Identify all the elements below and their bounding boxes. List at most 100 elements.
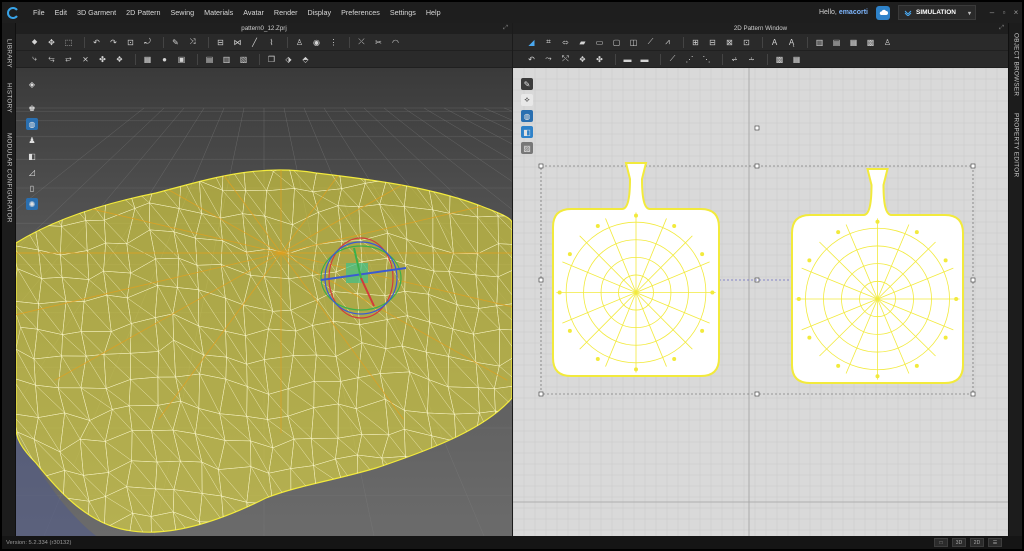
puzzle-icon[interactable]: ▣: [175, 54, 188, 65]
pattern-point[interactable]: [595, 223, 600, 228]
cut-icon[interactable]: ✂: [372, 37, 385, 48]
sphere-2d-icon[interactable]: ◍: [521, 110, 533, 122]
pattern-point[interactable]: [634, 213, 638, 218]
tack-2d-icon[interactable]: ❖: [576, 54, 589, 65]
display-icon[interactable]: ◈: [26, 78, 38, 90]
pattern-point[interactable]: [634, 367, 638, 372]
edit-texture-icon[interactable]: ⟋: [666, 54, 679, 65]
fitting-icon[interactable]: ⬗: [282, 54, 295, 65]
text-icon[interactable]: A: [768, 37, 781, 48]
user-name[interactable]: emacorti: [839, 9, 868, 16]
trace-icon[interactable]: ⤷: [28, 54, 41, 65]
view-3d-button[interactable]: 3D: [952, 538, 966, 547]
pattern-point[interactable]: [914, 230, 919, 235]
button-icon[interactable]: ◉: [310, 37, 323, 48]
segment-sewing-icon[interactable]: ⊞: [689, 37, 702, 48]
select-icon[interactable]: ⬥: [28, 37, 41, 48]
sewing-icon[interactable]: ⤫: [355, 37, 368, 48]
view-single-button[interactable]: □: [934, 538, 948, 547]
viewport-2d[interactable]: ✎ ⟡ ◍ ◧ ▨: [513, 68, 1008, 536]
tab-modular-configurator[interactable]: MODULAR CONFIGURATOR: [2, 133, 16, 223]
avatar-icon[interactable]: ♙: [293, 37, 306, 48]
light-icon[interactable]: ✺: [26, 198, 38, 210]
tab-history[interactable]: HISTORY: [2, 83, 16, 113]
select-2d-icon[interactable]: ⟡: [521, 94, 533, 106]
expand-icon[interactable]: ⤢: [503, 23, 508, 34]
view-menu-button[interactable]: ☰: [988, 538, 1002, 547]
pattern-point[interactable]: [557, 290, 562, 295]
move-icon[interactable]: ✥: [45, 37, 58, 48]
measure-icon[interactable]: ⊟: [214, 37, 227, 48]
pattern-point[interactable]: [700, 328, 705, 333]
menu-materials[interactable]: Materials: [199, 2, 238, 23]
menu-preferences[interactable]: Preferences: [336, 2, 385, 23]
pattern-display-icon[interactable]: ✎: [521, 78, 533, 90]
line-2d-icon[interactable]: ⋰: [683, 54, 696, 65]
pattern-point[interactable]: [700, 252, 705, 257]
dart-icon[interactable]: ⩘: [661, 37, 674, 48]
rectangle-icon[interactable]: ▭: [593, 37, 606, 48]
grid-2d-icon[interactable]: ▦: [790, 54, 803, 65]
trace-pattern-icon[interactable]: ⟋: [644, 37, 657, 48]
pattern-point[interactable]: [672, 357, 677, 362]
free-sew-2d-icon[interactable]: ⤲: [559, 54, 572, 65]
pattern-point[interactable]: [807, 335, 812, 340]
pattern-point[interactable]: [836, 363, 841, 368]
pattern-point[interactable]: [943, 335, 948, 340]
avatar-2d-icon[interactable]: ♙: [881, 37, 894, 48]
text-edit-icon[interactable]: Ą: [785, 37, 798, 48]
menu-render[interactable]: Render: [269, 2, 303, 23]
menu-edit[interactable]: Edit: [50, 2, 72, 23]
sew-2d-icon[interactable]: ⤳: [542, 54, 555, 65]
minimize-icon[interactable]: –: [986, 8, 998, 17]
zip-2d-icon[interactable]: ✤: [593, 54, 606, 65]
sphere-icon[interactable]: ●: [158, 54, 171, 65]
grade-edit-icon[interactable]: ▤: [830, 37, 843, 48]
pattern-point[interactable]: [710, 290, 715, 295]
check-sew-icon[interactable]: ⨯: [79, 54, 92, 65]
mesh-display-icon[interactable]: ◿: [26, 166, 38, 178]
puckering-icon[interactable]: ⩪: [745, 54, 758, 65]
tack-free-icon[interactable]: ❖: [113, 54, 126, 65]
mode-select[interactable]: SIMULATION ▾: [898, 5, 976, 20]
view-2d-button[interactable]: 2D: [970, 538, 984, 547]
fill-icon[interactable]: ▬: [621, 54, 634, 65]
sew-segment-icon[interactable]: ⥃: [45, 54, 58, 65]
circle-icon[interactable]: ▢: [610, 37, 623, 48]
pin-display-icon[interactable]: ▯: [26, 182, 38, 194]
body-icon[interactable]: ♟: [26, 134, 38, 146]
menu-help[interactable]: Help: [421, 2, 446, 23]
internal-polygon-icon[interactable]: ◫: [627, 37, 640, 48]
close-icon[interactable]: ×: [1010, 8, 1022, 17]
tape-icon[interactable]: ⤨: [186, 37, 199, 48]
pattern-point[interactable]: [672, 223, 677, 228]
menu-sewing[interactable]: Sewing: [166, 2, 200, 23]
pattern-point[interactable]: [807, 258, 812, 263]
notch-icon[interactable]: ⊡: [740, 37, 753, 48]
drape-icon[interactable]: ◠: [389, 37, 402, 48]
expand-icon[interactable]: ⤢: [999, 23, 1004, 34]
stripe-icon[interactable]: ▬: [638, 54, 651, 65]
transform-icon[interactable]: ⊡: [124, 37, 137, 48]
edit-point-icon[interactable]: ⌗: [542, 37, 555, 48]
texture-display-icon[interactable]: ◧: [26, 150, 38, 162]
dashed-line-icon[interactable]: ⋱: [700, 54, 713, 65]
layers-icon[interactable]: ▥: [220, 54, 233, 65]
pattern-point[interactable]: [595, 357, 600, 362]
pattern-point[interactable]: [875, 219, 880, 224]
texture-view-icon[interactable]: ▨: [521, 142, 533, 154]
cloud-icon[interactable]: [876, 5, 890, 20]
texture-icon[interactable]: ▧: [237, 54, 250, 65]
tack-icon[interactable]: ✤: [96, 54, 109, 65]
grading-icon[interactable]: ▥: [813, 37, 826, 48]
curve-icon[interactable]: ↶: [525, 54, 538, 65]
pattern-point[interactable]: [567, 328, 572, 333]
pattern-point[interactable]: [796, 297, 801, 301]
topstitch-icon[interactable]: ⩫: [728, 54, 741, 65]
pattern-point[interactable]: [954, 297, 959, 301]
free-sew-icon[interactable]: ⥂: [62, 54, 75, 65]
graphic-2d-icon[interactable]: ▩: [864, 37, 877, 48]
transform-pattern-icon[interactable]: ◢: [525, 37, 538, 48]
pattern-point[interactable]: [943, 258, 948, 263]
tab-property-editor[interactable]: PROPERTY EDITOR: [1009, 113, 1022, 177]
